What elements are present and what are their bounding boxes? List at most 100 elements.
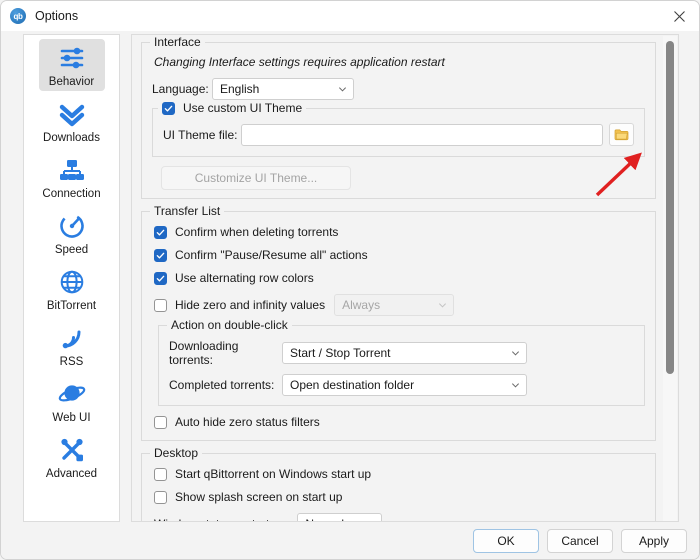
- planet-icon: [56, 378, 88, 410]
- qbittorrent-logo-icon: qb: [10, 8, 26, 24]
- completed-torrents-value: Open destination folder: [290, 378, 415, 392]
- checkbox-box: [154, 298, 167, 312]
- check-icon: [156, 275, 165, 282]
- window-state-label: Window state on start up:: [154, 517, 289, 521]
- sidebar-item-web-ui[interactable]: Web UI: [24, 371, 119, 427]
- transfer-list-group: Transfer List Confirm when deleting torr…: [141, 204, 656, 441]
- sliders-icon: [56, 42, 88, 74]
- sidebar-item-speed[interactable]: Speed: [24, 203, 119, 259]
- sidebar-item-label: Speed: [54, 244, 89, 256]
- ui-theme-file-input[interactable]: [241, 123, 603, 146]
- checkbox-box: [154, 490, 167, 504]
- action-on-double-click-group: Action on double-click Downloading torre…: [158, 318, 645, 406]
- checkbox-box: [154, 415, 167, 429]
- settings-content: Interface Changing Interface settings re…: [132, 35, 665, 521]
- sidebar-item-label: Web UI: [52, 412, 91, 424]
- use-custom-ui-theme-checkbox[interactable]: Use custom UI Theme: [162, 101, 302, 115]
- checkbox-label: Start qBittorrent on Windows start up: [175, 467, 372, 481]
- checkbox-label: Use alternating row colors: [175, 271, 314, 285]
- restart-required-note: Changing Interface settings requires app…: [154, 55, 445, 69]
- completed-torrents-combobox[interactable]: Open destination folder: [282, 374, 527, 396]
- ok-button[interactable]: OK: [473, 529, 539, 553]
- title-bar: qb Options: [1, 1, 699, 31]
- vertical-scrollbar[interactable]: [663, 36, 677, 521]
- check-icon: [156, 252, 165, 259]
- checkbox-box: [154, 225, 167, 239]
- dialog-body: Behavior Downloads Connection Speed BitT…: [1, 31, 699, 525]
- rss-icon: [56, 322, 88, 354]
- language-value: English: [220, 82, 260, 96]
- chevron-down-icon: [366, 520, 375, 523]
- window-state-combobox[interactable]: Normal: [297, 513, 383, 523]
- close-icon[interactable]: [657, 1, 699, 31]
- checkbox-label: Confirm when deleting torrents: [175, 225, 339, 239]
- checkbox-label: Show splash screen on start up: [175, 490, 343, 504]
- sidebar-item-downloads[interactable]: Downloads: [24, 91, 119, 147]
- double-click-group-label: Action on double-click: [167, 318, 292, 332]
- transfer-list-group-label: Transfer List: [150, 204, 225, 218]
- sidebar-item-connection[interactable]: Connection: [24, 147, 119, 203]
- chevron-down-icon: [511, 383, 520, 388]
- desktop-group: Desktop Start qBittorrent on Windows sta…: [141, 446, 656, 523]
- folder-icon: [614, 129, 629, 141]
- check-icon: [164, 105, 173, 112]
- language-label: Language:: [152, 82, 209, 96]
- confirm-pause-resume-checkbox[interactable]: Confirm "Pause/Resume all" actions: [154, 248, 645, 262]
- options-dialog: qb Options Behavior Downloads Connection…: [0, 0, 700, 560]
- browse-theme-file-button[interactable]: [609, 123, 634, 146]
- checkbox-box: [154, 467, 167, 481]
- desktop-group-label: Desktop: [150, 446, 203, 460]
- checkbox-label: Use custom UI Theme: [183, 101, 303, 115]
- alternating-row-colors-checkbox[interactable]: Use alternating row colors: [154, 271, 645, 285]
- checkbox-label: Hide zero and infinity values: [175, 298, 326, 312]
- double-chevron-down-icon: [56, 98, 88, 130]
- show-splash-screen-checkbox[interactable]: Show splash screen on start up: [154, 490, 645, 504]
- scrollbar-thumb[interactable]: [666, 41, 674, 374]
- checkbox-box: [162, 101, 175, 115]
- window-state-value: Normal: [305, 517, 344, 521]
- sidebar-item-behavior[interactable]: Behavior: [24, 35, 119, 91]
- globe-icon: [56, 266, 88, 298]
- sidebar-item-rss[interactable]: RSS: [24, 315, 119, 371]
- apply-button[interactable]: Apply: [621, 529, 687, 553]
- settings-category-sidebar[interactable]: Behavior Downloads Connection Speed BitT…: [23, 34, 120, 522]
- sidebar-item-bittorrent[interactable]: BitTorrent: [24, 259, 119, 315]
- downloading-torrents-label: Downloading torrents:: [169, 339, 239, 367]
- sidebar-item-advanced[interactable]: Advanced: [24, 427, 119, 483]
- interface-group: Interface Changing Interface settings re…: [141, 35, 656, 199]
- customize-ui-theme-button[interactable]: Customize UI Theme...: [161, 166, 351, 190]
- speedometer-icon: [56, 210, 88, 242]
- hide-zero-mode-combobox[interactable]: Always: [334, 294, 455, 316]
- downloading-torrents-value: Start / Stop Torrent: [290, 346, 391, 360]
- cancel-button[interactable]: Cancel: [547, 529, 613, 553]
- sidebar-item-label: Behavior: [48, 76, 95, 88]
- tools-icon: [56, 434, 88, 466]
- window-title: Options: [35, 9, 79, 23]
- network-nodes-icon: [56, 154, 88, 186]
- custom-ui-theme-group: Use custom UI Theme UI Theme file:: [152, 101, 645, 157]
- language-combobox[interactable]: English: [212, 78, 354, 100]
- interface-group-label: Interface: [150, 35, 205, 49]
- ui-theme-file-label: UI Theme file:: [163, 127, 238, 142]
- dialog-footer: OK Cancel Apply: [1, 523, 699, 559]
- hide-zero-values-checkbox[interactable]: Hide zero and infinity values: [154, 298, 325, 312]
- checkbox-box: [154, 271, 167, 285]
- check-icon: [156, 229, 165, 236]
- checkbox-label: Auto hide zero status filters: [175, 415, 320, 429]
- completed-torrents-label: Completed torrents:: [169, 378, 275, 392]
- chevron-down-icon: [338, 87, 347, 92]
- sidebar-item-label: Downloads: [43, 132, 100, 144]
- downloading-torrents-combobox[interactable]: Start / Stop Torrent: [282, 342, 527, 364]
- sidebar-item-label: Connection: [42, 188, 101, 200]
- chevron-down-icon: [511, 351, 520, 356]
- settings-scroll-pane: Interface Changing Interface settings re…: [131, 34, 679, 522]
- hide-zero-mode-value: Always: [342, 298, 381, 312]
- confirm-delete-checkbox[interactable]: Confirm when deleting torrents: [154, 225, 645, 239]
- auto-hide-zero-status-filters-checkbox[interactable]: Auto hide zero status filters: [154, 415, 645, 429]
- start-on-windows-startup-checkbox[interactable]: Start qBittorrent on Windows start up: [154, 467, 645, 481]
- sidebar-item-label: RSS: [59, 356, 84, 368]
- checkbox-box: [154, 248, 167, 262]
- chevron-down-icon: [439, 303, 447, 308]
- sidebar-item-label: Advanced: [45, 468, 98, 480]
- checkbox-label: Confirm "Pause/Resume all" actions: [175, 248, 368, 262]
